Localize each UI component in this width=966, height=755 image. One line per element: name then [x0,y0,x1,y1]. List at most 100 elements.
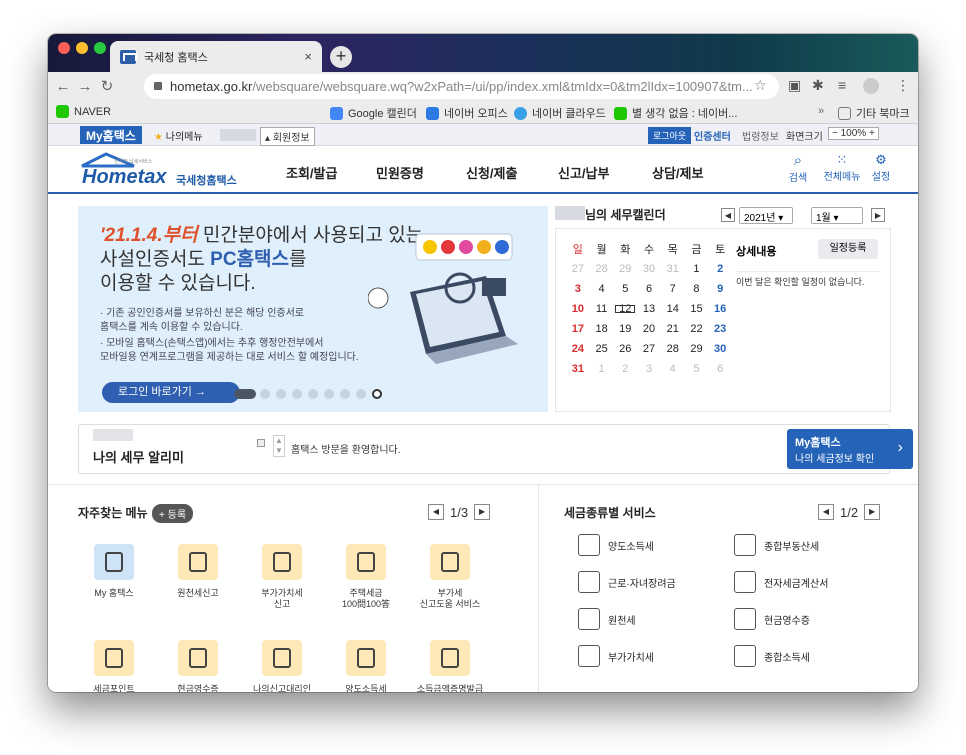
gnb-civil[interactable]: 민원증명 [376,163,424,182]
calendar-day[interactable]: 26 [613,343,637,355]
calendar-day[interactable]: 6 [708,363,732,375]
freq-prev-button[interactable]: ◀ [428,504,444,520]
calendar-day[interactable]: 7 [661,283,685,295]
zoom-window-button[interactable] [94,42,106,54]
calendar-day[interactable]: 10 [566,303,590,315]
calendar-day[interactable]: 31 [566,363,590,375]
calendar-day[interactable]: 20 [637,323,661,335]
calendar-day[interactable]: 1 [590,363,614,375]
calendar-day[interactable]: 22 [685,323,709,335]
reload-icon[interactable]: ↻ [96,77,118,95]
calendar-day[interactable]: 3 [637,363,661,375]
freq-menu-item[interactable]: 나의신고대리인 [242,640,322,692]
bookmark-google-calendar[interactable]: Google 캘린더 [330,105,417,121]
new-tab-button[interactable]: + [330,46,352,68]
service-item[interactable]: 부가가치세 [578,645,654,667]
slide-dot[interactable] [340,389,350,399]
slide-dot[interactable] [276,389,286,399]
calendar-day[interactable]: 14 [661,303,685,315]
calendar-day[interactable]: 30 [637,263,661,275]
myhome-tax-info-button[interactable]: My홈택스 나의 세금정보 확인 › [787,429,913,469]
calendar-day[interactable]: 3 [566,283,590,295]
browser-tab[interactable]: 국세청 홈택스 × [110,41,322,72]
hometax-logo[interactable]: Hometax 국세청홈택스 전자적 납세서비스 [80,152,237,193]
services-next-button[interactable]: ▶ [864,504,881,520]
register-schedule-button[interactable]: 일정등록 [818,239,878,259]
service-item[interactable]: 양도소득세 [578,534,654,556]
settings-button[interactable]: ⚙ 설정 [868,152,894,183]
slide-dot[interactable] [260,389,270,399]
member-info-button[interactable]: ▴ 회원정보 [260,127,315,146]
calendar-day[interactable]: 27 [637,343,661,355]
calendar-day[interactable]: 5 [685,363,709,375]
extension-icon[interactable]: ▣ [788,77,801,94]
calendar-day[interactable]: 2 [708,263,732,275]
profile-avatar[interactable] [863,78,879,94]
slide-dot[interactable] [308,389,318,399]
calendar-day[interactable]: 1 [685,263,709,275]
search-button[interactable]: ⌕ 검색 [785,152,811,184]
bookmark-naver-office[interactable]: 네이버 오피스 [426,105,508,121]
cert-center-link[interactable]: 인증센터 [694,128,731,143]
calendar-day[interactable]: 17 [566,323,590,335]
bookmarks-overflow[interactable]: » [818,105,824,117]
calendar-day[interactable]: 23 [708,323,732,335]
freq-add-button[interactable]: + 등록 [152,504,194,523]
calendar-day[interactable]: 13 [637,303,661,315]
service-item[interactable]: 현금영수증 [734,608,810,630]
freq-menu-item[interactable]: 부가세 신고도움 서비스 [410,544,490,610]
more-menu-icon[interactable]: ⋮ [896,77,910,94]
freq-menu-item[interactable]: My 홈택스 [74,544,154,599]
calendar-day[interactable]: 21 [661,323,685,335]
month-select[interactable]: 1월 ▾ [811,207,863,224]
slide-dot[interactable] [356,389,366,399]
service-item[interactable]: 원천세 [578,608,636,630]
bookmark-naver-cloud[interactable]: 네이버 클라우드 [514,105,606,121]
calendar-day[interactable]: 5 [613,283,637,295]
star-bookmark-icon[interactable]: ☆ [754,77,767,94]
calendar-day[interactable]: 12 [613,303,637,315]
main-banner[interactable]: '21.1.4.부터 민간분야에서 사용되고 있는 사설인증서도 PC홈택스를 … [78,206,548,412]
calendar-day[interactable]: 30 [708,343,732,355]
calendar-day[interactable]: 8 [685,283,709,295]
zoom-control[interactable]: − 100% + [828,127,879,140]
bookmark-other[interactable]: 기타 북마크 [838,105,910,121]
address-bar[interactable]: hometax.go.kr/websquare/websquare.wq?w2x… [144,74,779,99]
calendar-day[interactable]: 9 [708,283,732,295]
login-shortcut-button[interactable]: 로그인 바로가기 → [102,382,240,403]
freq-menu-item[interactable]: 양도소득세 [326,640,406,692]
slide-dot[interactable] [292,389,302,399]
freq-menu-item[interactable]: 현금영수증 [158,640,238,692]
calendar-day[interactable]: 16 [708,303,732,315]
year-select[interactable]: 2021년 ▾ [739,207,793,224]
calendar-day[interactable]: 19 [613,323,637,335]
slide-play-indicator[interactable] [234,389,256,399]
services-prev-button[interactable]: ◀ [818,504,834,520]
freq-menu-item[interactable]: 원천세신고 [158,544,238,599]
calendar-day[interactable]: 4 [661,363,685,375]
prev-month-button[interactable]: ◀ [721,208,735,222]
freq-next-button[interactable]: ▶ [474,504,491,520]
calendar-day[interactable]: 27 [566,263,590,275]
gnb-lookup[interactable]: 조회/발급 [286,163,337,182]
calendar-day[interactable]: 6 [637,283,661,295]
service-item[interactable]: 종합소득세 [734,645,810,667]
freq-menu-item[interactable]: 부가가치세 신고 [242,544,322,610]
legal-info-link[interactable]: 법령정보 [742,128,779,143]
calendar-day[interactable]: 31 [661,263,685,275]
gnb-consult[interactable]: 상담/제보 [652,163,703,182]
slide-dot[interactable] [324,389,334,399]
close-window-button[interactable] [58,42,70,54]
calendar-day[interactable]: 2 [613,363,637,375]
notice-scroll-arrows[interactable]: ▲ ▼ [273,435,285,457]
calendar-day[interactable]: 24 [566,343,590,355]
gnb-report[interactable]: 신고/납부 [558,163,609,182]
next-month-button[interactable]: ▶ [871,208,885,222]
myhome-tab[interactable]: My홈택스 [80,126,142,144]
calendar-day[interactable]: 15 [685,303,709,315]
calendar-day[interactable]: 4 [590,283,614,295]
calendar-day[interactable]: 18 [590,323,614,335]
bookmark-naver[interactable]: NAVER [56,105,111,118]
freq-menu-item[interactable]: 소득금액증명발급 [410,640,490,692]
mymenu-link[interactable]: ★ 나의메뉴 [154,128,203,143]
